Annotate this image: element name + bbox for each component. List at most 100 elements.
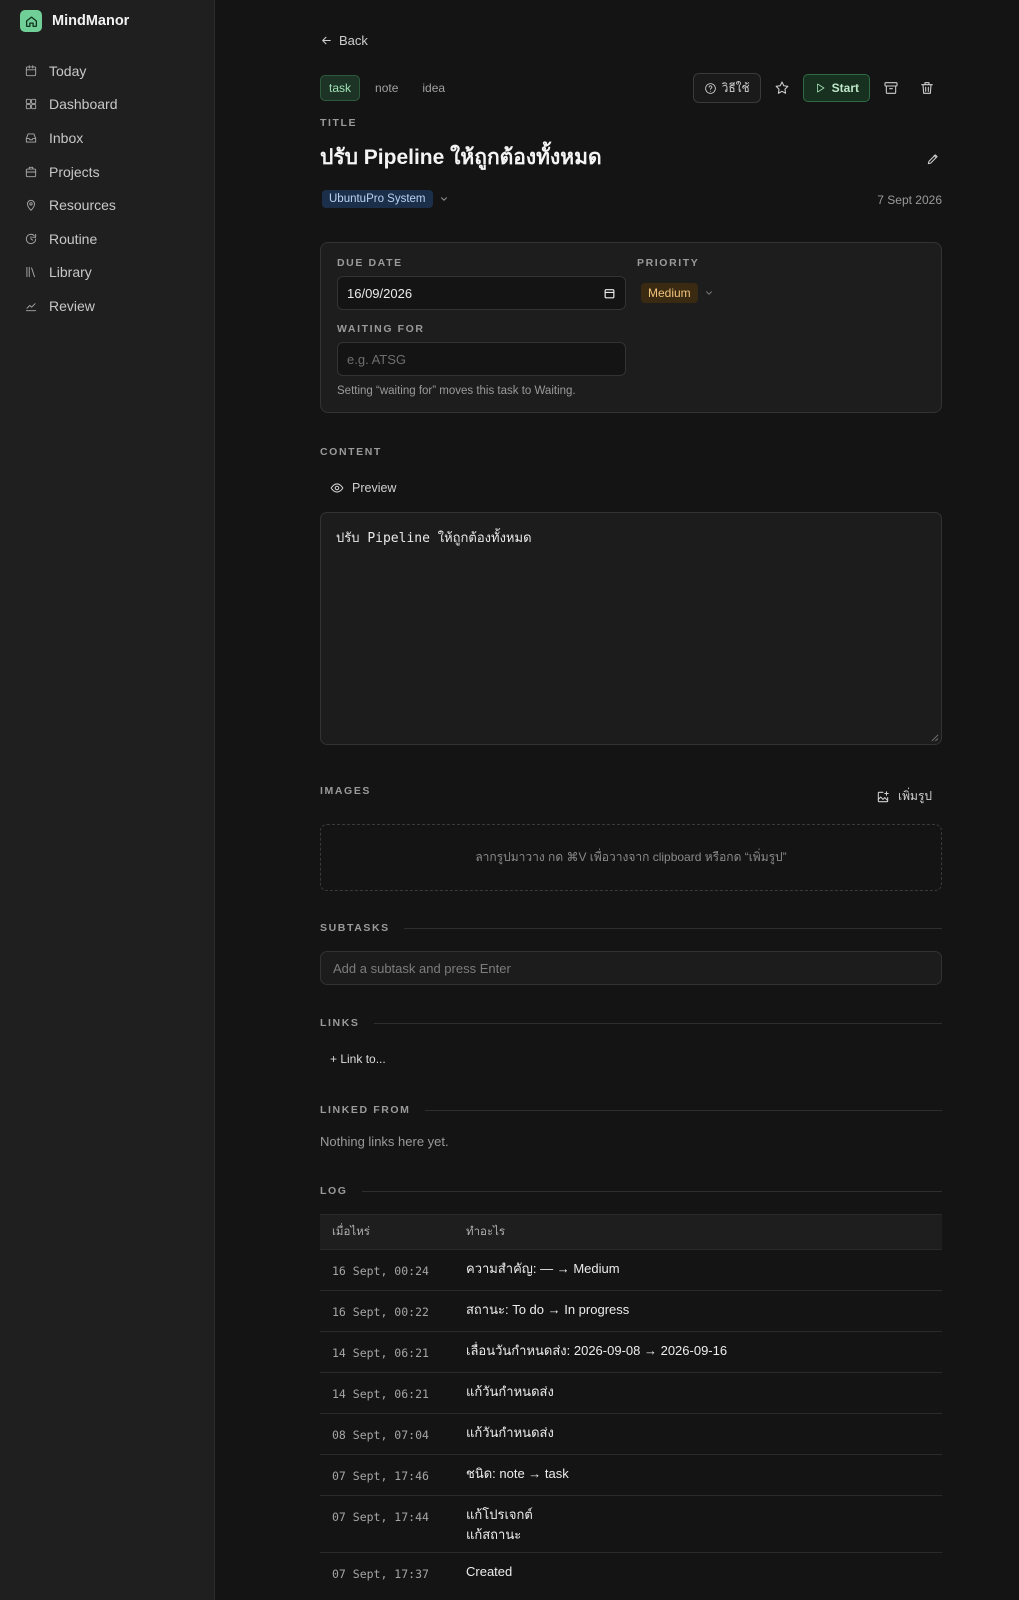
sidebar-item-review[interactable]: Review <box>12 289 202 323</box>
sidebar-item-label: Library <box>49 264 92 281</box>
pencil-icon <box>927 154 938 165</box>
trash-icon <box>921 82 933 94</box>
log-col-when: เมื่อไหร่ <box>320 1214 466 1250</box>
item-title[interactable]: ปรับ Pipeline ให้ถูกต้องทั้งหมด <box>320 141 602 174</box>
log-row: 07 Sept, 17:46 ชนิด: note → task <box>320 1454 942 1496</box>
start-label: Start <box>831 81 859 95</box>
back-label: Back <box>339 33 368 48</box>
log-table: เมื่อไหร่ ทำอะไร 16 Sept, 00:24 ความสำคั… <box>320 1214 942 1593</box>
log-what-line: ชนิด: note → task <box>466 1466 569 1481</box>
resources-icon <box>27 200 35 211</box>
sidebar-item-label: Routine <box>49 230 98 247</box>
linked-from-header: LINKED FROM <box>320 1104 942 1116</box>
dashboard-icon <box>25 99 37 110</box>
today-icon <box>25 65 37 76</box>
log-what: เลื่อนวันกำหนดส่ง: 2026-09-08 → 2026-09-… <box>466 1331 942 1373</box>
log-when: 07 Sept, 17:37 <box>332 1567 429 1581</box>
title-label: TITLE <box>320 117 358 129</box>
project-badge: UbuntuPro System <box>322 190 433 208</box>
link-to-button[interactable]: + Link to... <box>330 1052 386 1066</box>
log-what: แก้วันกำหนดส่ง <box>466 1372 942 1414</box>
sidebar-item-today[interactable]: Today <box>12 54 202 88</box>
sidebar-item-label: Resources <box>49 197 116 214</box>
help-circle-icon <box>704 82 716 94</box>
created-date: 7 Sept 2026 <box>877 193 942 207</box>
log-when: 14 Sept, 06:21 <box>320 1372 466 1414</box>
start-button[interactable]: Start <box>802 74 870 102</box>
image-drop-zone[interactable]: ลากรูปมาวาง กด ⌘V เพื่อวางจาก clipboard … <box>320 824 942 891</box>
linked-from-label: LINKED FROM <box>320 1104 411 1116</box>
project-selector[interactable]: UbuntuPro System <box>322 190 449 208</box>
resize-handle-icon[interactable] <box>930 733 939 742</box>
edit-title-button[interactable] <box>926 152 940 169</box>
back-link[interactable]: Back <box>320 33 368 48</box>
divider <box>373 1022 942 1024</box>
log-what: Created <box>466 1553 942 1594</box>
sidebar-item-routine[interactable]: Routine <box>12 222 202 256</box>
chevron-down-icon <box>705 291 712 295</box>
due-date-input[interactable]: 16/09/2026 <box>337 276 626 310</box>
type-tab-idea[interactable]: idea <box>413 75 454 101</box>
favorite-button[interactable] <box>767 73 797 103</box>
waiting-hint: Setting “waiting for” moves this task to… <box>337 385 576 397</box>
due-date-label: DUE DATE <box>337 257 403 269</box>
waiting-for-label: WAITING FOR <box>337 323 425 335</box>
log-what: สถานะ: To do → In progress <box>466 1290 942 1332</box>
priority-badge: Medium <box>641 283 698 303</box>
due-date-value: 16/09/2026 <box>347 285 413 301</box>
library-icon <box>26 267 35 278</box>
divider <box>361 1190 942 1192</box>
subtask-input[interactable]: Add a subtask and press Enter <box>320 951 942 985</box>
brand[interactable]: MindManor <box>20 10 129 32</box>
images-label: IMAGES <box>320 785 372 797</box>
log-header: LOG <box>320 1185 942 1197</box>
drop-hint: ลากรูปมาวาง กด ⌘V เพื่อวางจาก clipboard … <box>475 850 787 864</box>
sidebar-item-label: Review <box>49 297 95 314</box>
log-when: 08 Sept, 07:04 <box>320 1413 466 1455</box>
type-tab-note[interactable]: note <box>366 75 407 101</box>
divider <box>403 927 942 929</box>
log-when: 16 Sept, 00:22 <box>320 1290 466 1332</box>
star-icon <box>775 81 789 94</box>
sidebar-item-projects[interactable]: Projects <box>12 155 202 189</box>
projects-icon <box>25 166 37 177</box>
log-label: LOG <box>320 1185 348 1197</box>
sidebar-item-inbox[interactable]: Inbox <box>12 121 202 155</box>
item-actions: วิธีใช้ Start <box>692 73 942 103</box>
content-label: CONTENT <box>320 446 382 458</box>
log-what: แก้วันกำหนดส่ง <box>466 1413 942 1455</box>
archive-button[interactable] <box>876 73 906 103</box>
links-label: LINKS <box>320 1017 360 1029</box>
content-editor[interactable]: ปรับ Pipeline ให้ถูกต้องทั้งหมด <box>320 512 942 745</box>
divider <box>424 1109 942 1111</box>
log-when: 14 Sept, 06:21 <box>320 1331 466 1373</box>
sidebar-item-library[interactable]: Library <box>12 256 202 290</box>
log-what-line: Created <box>466 1564 513 1579</box>
subtasks-label: SUBTASKS <box>320 922 390 934</box>
chevron-down-icon <box>440 197 447 201</box>
type-tab-task[interactable]: task <box>320 75 361 101</box>
sidebar-item-dashboard[interactable]: Dashboard <box>12 88 202 122</box>
sidebar-item-resources[interactable]: Resources <box>12 188 202 222</box>
add-image-button[interactable]: เพิ่มรูป <box>876 787 932 806</box>
delete-button[interactable] <box>912 73 942 103</box>
sidebar-item-label: Dashboard <box>49 96 118 113</box>
review-icon <box>25 303 37 312</box>
log-what: แก้โปรเจกต์ แก้สถานะ <box>466 1495 942 1553</box>
app-name: MindManor <box>52 13 130 29</box>
priority-label: PRIORITY <box>637 257 700 269</box>
preview-button[interactable]: Preview <box>330 481 396 495</box>
log-row: 07 Sept, 17:37 Created <box>320 1553 942 1594</box>
details-card: DUE DATE 16/09/2026 PRIORITY Medium WAIT… <box>320 242 942 413</box>
links-header: LINKS <box>320 1017 942 1029</box>
inbox-icon <box>25 133 37 143</box>
log-row: 14 Sept, 06:21 เลื่อนวันกำหนดส่ง: 2026-0… <box>320 1331 942 1373</box>
play-icon <box>816 83 825 93</box>
sidebar-item-label: Inbox <box>49 129 84 146</box>
sidebar-item-label: Projects <box>49 163 100 180</box>
waiting-for-input[interactable]: e.g. ATSG <box>337 342 626 376</box>
priority-selector[interactable]: Medium <box>641 283 714 303</box>
howto-button[interactable]: วิธีใช้ <box>692 73 761 103</box>
type-selector: task note idea <box>320 75 454 101</box>
sidebar-nav: Today Dashboard Inbox Projects Resources… <box>12 54 202 323</box>
